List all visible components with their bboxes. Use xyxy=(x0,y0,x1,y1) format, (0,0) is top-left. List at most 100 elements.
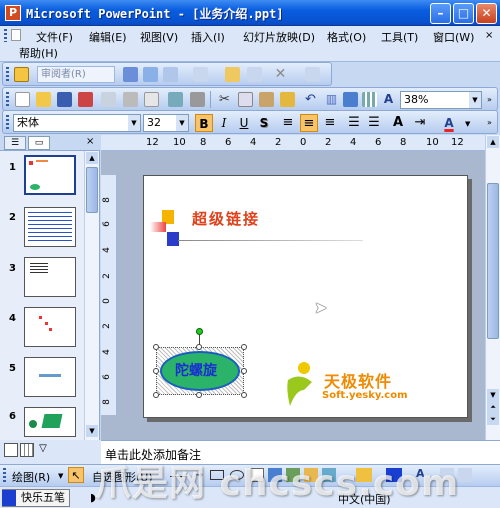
slide-thumbnail-4[interactable] xyxy=(24,307,76,347)
menu-slideshow[interactable]: 幻灯片放映(D) xyxy=(243,29,315,45)
slide-canvas[interactable]: 超级链接 陀螺旋 天极软件 Soft.yesky.com ➤ xyxy=(143,175,468,418)
toolbar-options-icon[interactable]: » xyxy=(487,118,492,127)
slide-thumbnail-2[interactable] xyxy=(24,207,76,247)
copy-icon[interactable] xyxy=(238,92,253,107)
chevron-down-icon[interactable]: ▼ xyxy=(58,472,63,480)
save-icon[interactable] xyxy=(57,92,72,107)
insert-table-icon[interactable] xyxy=(343,92,358,107)
outline-tab[interactable]: ☰ xyxy=(4,136,26,150)
minimize-button[interactable]: – xyxy=(430,3,451,24)
pen-icon[interactable] xyxy=(14,67,29,82)
permission-icon[interactable] xyxy=(78,92,93,107)
research-icon[interactable] xyxy=(190,92,205,107)
italic-button[interactable]: I xyxy=(215,114,233,132)
slideshow-icon[interactable]: ▽ xyxy=(36,443,50,457)
shadow-style-icon[interactable] xyxy=(458,468,472,482)
slide-scrollbar[interactable]: ▲ ▼ ⏶ ⏷ xyxy=(485,135,500,440)
select-objects-icon[interactable]: ↖ xyxy=(68,467,84,483)
toolbar-grip[interactable] xyxy=(6,115,9,130)
new-icon[interactable] xyxy=(15,92,30,107)
slide-thumbnail-1[interactable] xyxy=(24,155,76,195)
email-icon[interactable] xyxy=(101,92,116,107)
menu-window[interactable]: 窗口(W) xyxy=(433,29,474,45)
tables-borders-icon[interactable] xyxy=(362,92,377,107)
toolbar-grip[interactable] xyxy=(6,92,9,107)
print-preview-icon[interactable] xyxy=(144,92,159,107)
delete-comment-icon[interactable]: ✕ xyxy=(273,67,288,82)
print-icon[interactable] xyxy=(123,92,138,107)
paste-icon[interactable] xyxy=(259,92,274,107)
bullets-icon[interactable]: ☰ xyxy=(365,114,383,132)
resize-handle[interactable] xyxy=(241,344,247,350)
undo-icon[interactable]: ↶ xyxy=(303,92,318,107)
numbering-icon[interactable]: ☰ xyxy=(345,114,363,132)
edit-comment-icon[interactable] xyxy=(247,67,262,82)
menu-help[interactable]: 帮助(H) xyxy=(19,45,58,61)
cut-icon[interactable]: ✂ xyxy=(217,92,232,107)
menu-insert[interactable]: 插入(I) xyxy=(191,29,225,45)
font-size-dropdown[interactable]: 32 ▼ xyxy=(143,114,189,132)
scroll-up-icon[interactable]: ▲ xyxy=(487,136,499,148)
reviewers-dropdown[interactable]: 审阅者(R) xyxy=(37,66,115,83)
insert-comment-icon[interactable] xyxy=(225,67,240,82)
powerpoint-app-icon[interactable]: P xyxy=(5,5,21,21)
chevron-down-icon[interactable]: ▼ xyxy=(176,115,188,131)
slides-pane-scrollbar[interactable]: ▲ ▼ xyxy=(84,151,99,440)
chart-icon[interactable]: ▥ xyxy=(324,92,339,107)
chevron-down-icon[interactable]: ▼ xyxy=(128,115,140,131)
align-left-icon[interactable]: ≡ xyxy=(279,114,297,132)
toolbar-grip[interactable] xyxy=(6,67,9,82)
increase-font-button[interactable]: A xyxy=(389,114,407,132)
scroll-thumb[interactable] xyxy=(86,167,98,213)
chevron-down-icon[interactable]: ▼ xyxy=(469,92,481,108)
slide-thumbnail-5[interactable] xyxy=(24,357,76,397)
menu-format[interactable]: 格式(O) xyxy=(327,29,366,45)
menu-tools[interactable]: 工具(T) xyxy=(381,29,418,45)
close-pane-icon[interactable]: × xyxy=(86,136,94,147)
scroll-up-icon[interactable]: ▲ xyxy=(86,152,98,164)
rotate-handle[interactable] xyxy=(196,328,203,335)
chevron-down-icon[interactable]: ▼ xyxy=(465,120,470,128)
resize-handle[interactable] xyxy=(196,392,202,398)
font-dropdown[interactable]: 宋体 ▼ xyxy=(13,114,141,132)
ime-indicator[interactable]: 快乐五笔 xyxy=(2,489,70,507)
indent-icon[interactable]: ⇥ xyxy=(411,114,429,132)
slides-tab[interactable]: ▭ xyxy=(28,136,50,150)
close-button[interactable]: ✕ xyxy=(476,3,497,24)
slide-thumbnail-6[interactable] xyxy=(24,407,76,437)
reject-change-icon[interactable] xyxy=(193,67,208,82)
accept-change-icon[interactable] xyxy=(163,67,178,82)
doc-close-icon[interactable]: × xyxy=(485,30,493,41)
next-comment-icon[interactable] xyxy=(143,67,158,82)
normal-view-icon[interactable] xyxy=(4,443,18,457)
slide-title[interactable]: 超级链接 xyxy=(192,208,260,229)
scroll-down-icon[interactable]: ▼ xyxy=(86,425,98,437)
align-right-icon[interactable]: ≡ xyxy=(321,114,339,132)
open-icon[interactable] xyxy=(36,92,51,107)
menu-file[interactable]: 文件(F) xyxy=(36,29,73,45)
menu-edit[interactable]: 编辑(E) xyxy=(89,29,127,45)
resize-handle[interactable] xyxy=(153,368,159,374)
previous-comment-icon[interactable] xyxy=(123,67,138,82)
spelling-icon[interactable] xyxy=(168,92,183,107)
next-slide-icon[interactable]: ⏷ xyxy=(487,413,499,425)
resize-handle[interactable] xyxy=(153,392,159,398)
menu-view[interactable]: 视图(V) xyxy=(140,29,178,45)
menu-grip[interactable] xyxy=(4,29,7,42)
scroll-down-icon[interactable]: ▼ xyxy=(487,389,499,401)
toolbar-grip[interactable] xyxy=(3,468,6,483)
resize-handle[interactable] xyxy=(241,368,247,374)
format-painter-icon[interactable] xyxy=(280,92,295,107)
reviewing-pane-icon[interactable] xyxy=(305,67,320,82)
zoom-dropdown[interactable]: 38% ▼ xyxy=(400,91,482,109)
resize-handle[interactable] xyxy=(241,392,247,398)
slide-sorter-icon[interactable] xyxy=(20,443,34,457)
maximize-button[interactable]: □ xyxy=(453,3,474,24)
scroll-thumb[interactable] xyxy=(487,183,499,339)
font-color-button[interactable]: A xyxy=(435,114,463,132)
previous-slide-icon[interactable]: ⏶ xyxy=(487,401,499,413)
shadow-button[interactable]: S xyxy=(255,114,273,132)
center-align-icon[interactable]: ≡ xyxy=(300,114,318,132)
bold-button[interactable]: B xyxy=(195,114,213,132)
toolbar-options-icon[interactable]: » xyxy=(487,95,492,104)
